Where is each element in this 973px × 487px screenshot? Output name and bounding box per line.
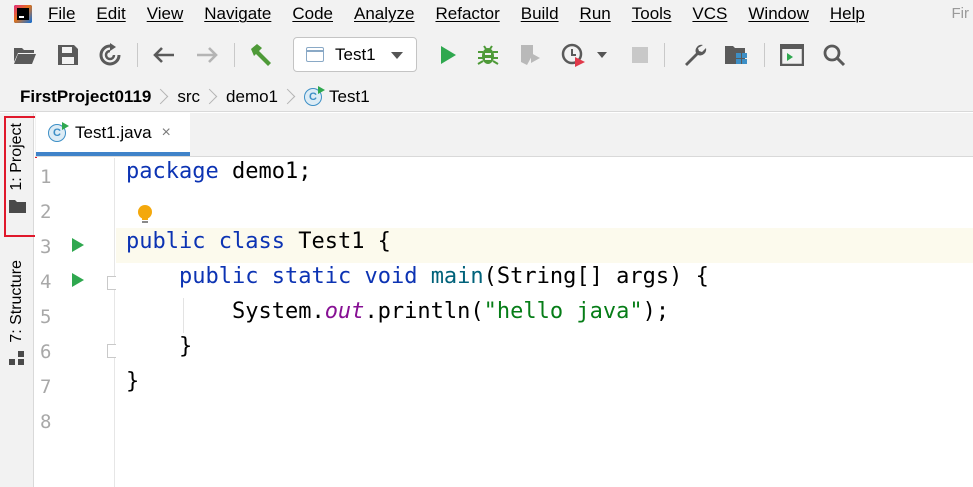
highlight-box [4,116,37,237]
menu-refactor[interactable]: Refactor [435,0,499,27]
code-line-3: public class Test1 { [126,229,391,254]
code-line-6: } [126,334,193,359]
menu-build[interactable]: Build [521,0,559,27]
breadcrumb-src[interactable]: src [177,87,200,107]
structure-tool-tab[interactable]: 7: Structure [3,260,31,366]
app-logo-icon [14,4,32,23]
run-config-dropdown[interactable]: Test1 [293,37,417,72]
menu-bar: File Edit View Navigate Code Analyze Ref… [0,0,973,27]
class-icon: C [48,121,69,142]
toolbar-separator [137,43,138,67]
code-line-7: } [126,369,140,394]
tab-test1-java[interactable]: C Test1.java × [36,113,190,156]
menu-navigate[interactable]: Navigate [204,0,271,27]
settings-wrench-icon[interactable] [682,42,708,68]
menu-run[interactable]: Run [580,0,611,27]
run-config-icon [306,47,324,62]
breadcrumb-separator [208,87,217,107]
profile-icon[interactable] [561,42,587,68]
tab-label: Test1.java [75,122,152,142]
code-editor[interactable]: package demo1; public class Test1 { publ… [116,158,973,487]
build-hammer-icon[interactable] [248,42,274,68]
close-icon[interactable]: × [162,124,171,142]
code-line-4: public static void main(String[] args) { [178,264,709,289]
stop-icon[interactable] [627,42,653,68]
breadcrumb-separator [159,87,168,107]
chevron-down-icon [391,52,403,59]
terminal-icon[interactable] [779,42,805,68]
menu-view[interactable]: View [147,0,184,27]
class-icon: C [304,86,326,106]
line-number: 2 [40,201,52,223]
menu-vcs[interactable]: VCS [692,0,727,27]
window-title-fragment: Fir [951,5,970,22]
code-line-5: System.out.println("hello java"); [231,299,670,324]
breadcrumb-class[interactable]: Test1 [329,87,370,107]
toolbar-separator [234,43,235,67]
line-number: 3 [40,236,52,258]
coverage-icon[interactable] [517,42,543,68]
search-icon[interactable] [821,42,847,68]
save-icon[interactable] [55,42,81,68]
project-structure-icon[interactable] [724,42,750,68]
line-number: 6 [40,341,52,363]
sync-icon[interactable] [97,42,123,68]
breadcrumb-project[interactable]: FirstProject0119 [20,87,151,107]
code-line-1: package demo1; [126,159,312,184]
menu-analyze[interactable]: Analyze [354,0,414,27]
menu-code[interactable]: Code [292,0,333,27]
structure-icon [9,350,24,365]
breadcrumb: FirstProject0119 src demo1 C Test1 [0,83,973,112]
run-config-label: Test1 [335,44,376,64]
breadcrumb-separator [286,87,295,107]
breadcrumb-demo1[interactable]: demo1 [226,87,278,107]
editor-gutter: 1 2 3 4 5 6 7 8 [35,158,120,487]
main-toolbar: Test1 [0,27,973,83]
toolbar-separator [664,43,665,67]
structure-tab-label: 7: Structure [8,260,25,343]
left-tool-strip: 1: Project 7: Structure [0,113,37,487]
forward-arrow-icon[interactable] [194,42,220,68]
run-icon[interactable] [435,42,461,68]
editor-tab-bar: C Test1.java × [35,113,973,157]
line-number: 4 [40,271,52,293]
menu-edit[interactable]: Edit [96,0,125,27]
back-arrow-icon[interactable] [151,42,177,68]
line-number: 7 [40,376,52,398]
open-folder-icon[interactable] [12,42,38,68]
toolbar-separator [764,43,765,67]
run-gutter-icon[interactable] [72,273,84,287]
chevron-down-icon[interactable] [597,52,607,58]
menu-window[interactable]: Window [748,0,808,27]
debug-icon[interactable] [475,42,501,68]
lightbulb-icon[interactable] [137,204,153,226]
line-number: 5 [40,306,52,328]
run-gutter-icon[interactable] [72,238,84,252]
menu-tools[interactable]: Tools [632,0,672,27]
line-number: 1 [40,166,52,188]
menu-file[interactable]: File [48,0,75,27]
line-number: 8 [40,411,52,433]
menu-help[interactable]: Help [830,0,865,27]
